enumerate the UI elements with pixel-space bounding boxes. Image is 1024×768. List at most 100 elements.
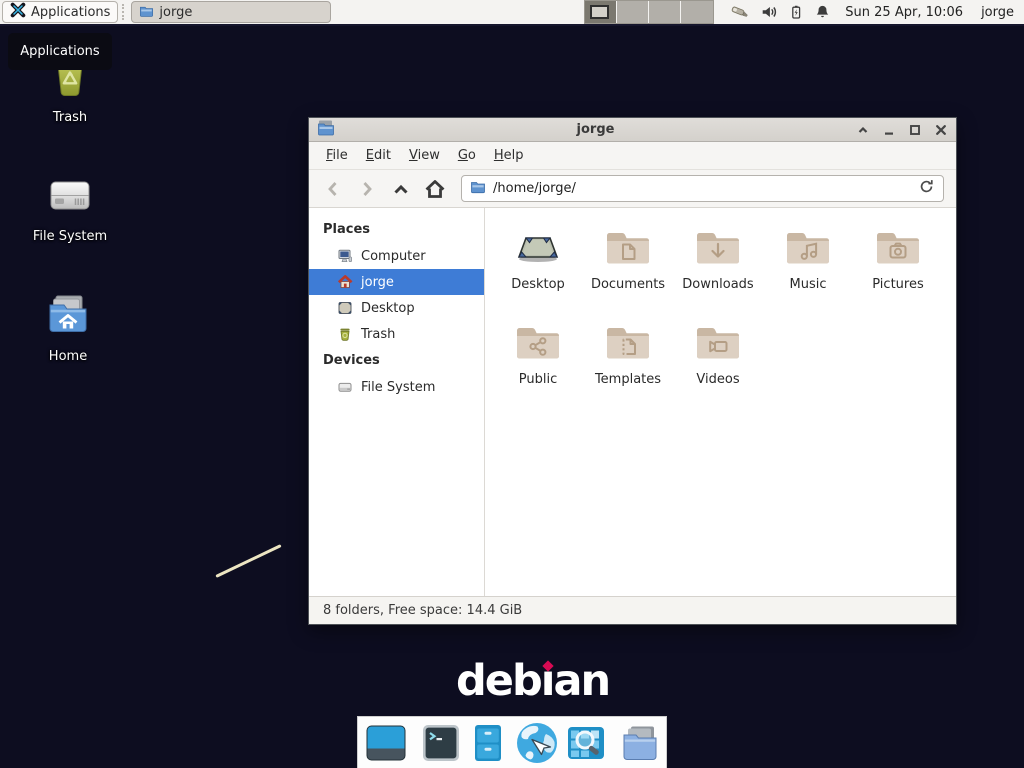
folder-label: Pictures — [872, 277, 923, 292]
desktop-icon-home[interactable]: Home — [13, 291, 123, 364]
sidebar-item-label: Desktop — [361, 301, 415, 316]
sidebar-item-jorge-home[interactable]: jorge — [309, 269, 484, 295]
desktop-icon-file-system[interactable]: File System — [15, 171, 125, 244]
stylus-tool-icon[interactable] — [730, 3, 750, 21]
folder-label: Desktop — [511, 277, 565, 292]
workspace-2[interactable] — [617, 1, 649, 23]
menu-view[interactable]: View — [400, 142, 449, 170]
menubar: File Edit View Go Help — [309, 142, 956, 170]
up-button[interactable] — [385, 174, 417, 204]
folder-label: Public — [519, 372, 557, 387]
menu-edit[interactable]: Edit — [357, 142, 400, 170]
volume-icon[interactable] — [760, 3, 778, 21]
taskbar-window-label: jorge — [159, 5, 192, 20]
titlebar[interactable]: jorge — [309, 118, 956, 142]
file-cabinet-icon[interactable] — [468, 723, 508, 763]
battery-icon[interactable] — [788, 3, 804, 21]
file-manager-window: jorge File Edit View Go Help — [308, 117, 957, 625]
menu-go[interactable]: Go — [449, 142, 485, 170]
address-path[interactable]: /home/jorge/ — [493, 181, 911, 196]
terminal-icon[interactable] — [421, 723, 461, 763]
applications-menu-icon — [10, 2, 26, 22]
statusbar-text: 8 folders, Free space: 14.4 GiB — [323, 603, 522, 618]
sidebar-header-devices: Devices — [309, 347, 484, 374]
trash-icon — [46, 89, 94, 104]
toolbar: /home/jorge/ — [309, 170, 956, 208]
trash-small-icon — [337, 326, 353, 342]
back-button[interactable] — [317, 174, 349, 204]
debian-logo-text: an — [553, 656, 609, 706]
folder-label: Documents — [591, 277, 665, 292]
maximize-button[interactable] — [908, 123, 922, 137]
downloads-folder-icon — [694, 224, 742, 272]
debian-logo: debıan — [456, 660, 609, 703]
pictures-folder-icon — [874, 224, 922, 272]
applications-tooltip-text: Applications — [20, 44, 99, 59]
sidebar-item-desktop[interactable]: Desktop — [309, 295, 484, 321]
system-tray — [730, 3, 831, 21]
wallpaper-swoosh-line — [215, 544, 281, 578]
bottom-dock — [357, 716, 667, 768]
menu-help[interactable]: Help — [485, 142, 533, 170]
folder-item-documents[interactable]: Documents — [583, 224, 673, 319]
desktop-icon-label: Trash — [15, 110, 125, 125]
sidebar-item-trash[interactable]: Trash — [309, 321, 484, 347]
minimize-button[interactable] — [882, 123, 896, 137]
application-finder-icon[interactable] — [566, 723, 606, 763]
reload-icon[interactable] — [918, 178, 935, 199]
workspace-window-outline — [590, 5, 609, 19]
desktop: { "panel": { "applications_label": "Appl… — [0, 0, 1024, 768]
notifications-bell-icon[interactable] — [814, 3, 831, 21]
folder-item-public[interactable]: Public — [493, 319, 583, 414]
folder-item-templates[interactable]: Templates — [583, 319, 673, 414]
desktop-icon-label: File System — [15, 229, 125, 244]
web-browser-icon[interactable] — [515, 721, 559, 765]
address-folder-icon — [470, 179, 486, 199]
taskbar-window-button[interactable]: jorge — [131, 1, 331, 23]
home-button[interactable] — [419, 174, 451, 204]
workspace-3[interactable] — [649, 1, 681, 23]
folder-label: Templates — [595, 372, 661, 387]
window-title: jorge — [335, 122, 856, 137]
folder-item-music[interactable]: Music — [763, 224, 853, 319]
folder-item-downloads[interactable]: Downloads — [673, 224, 763, 319]
workspace-1[interactable] — [585, 1, 617, 23]
desktop-folder-icon — [514, 224, 562, 272]
window-body: Places Computer — [309, 208, 956, 596]
panel-username[interactable]: jorge — [981, 5, 1014, 20]
folder-item-videos[interactable]: Videos — [673, 319, 763, 414]
panel-handle[interactable] — [122, 4, 127, 20]
sidebar-header-places: Places — [309, 216, 484, 243]
debian-logo-text: deb — [456, 656, 541, 706]
dock-folder-icon[interactable] — [620, 723, 660, 763]
shade-button[interactable] — [856, 123, 870, 137]
videos-folder-icon — [694, 319, 742, 367]
sidebar-item-label: Trash — [361, 327, 395, 342]
folder-item-pictures[interactable]: Pictures — [853, 224, 943, 319]
sidebar-item-label: Computer — [361, 249, 426, 264]
computer-icon — [337, 248, 353, 264]
workspace-switcher — [584, 0, 714, 24]
sidebar: Places Computer — [309, 208, 485, 596]
folder-icon-view: Desktop Documents — [485, 208, 956, 596]
show-desktop-icon[interactable] — [365, 723, 407, 763]
music-folder-icon — [784, 224, 832, 272]
workspace-4[interactable] — [681, 1, 713, 23]
debian-logo-i: ı — [541, 660, 554, 703]
taskbar-folder-icon — [139, 3, 154, 22]
menu-file[interactable]: File — [317, 142, 357, 170]
desktop-icon-label: Home — [13, 349, 123, 364]
public-folder-icon — [514, 319, 562, 367]
close-button[interactable] — [934, 123, 948, 137]
folder-item-desktop[interactable]: Desktop — [493, 224, 583, 319]
panel-clock[interactable]: Sun 25 Apr, 10:06 — [845, 5, 963, 20]
sidebar-item-computer[interactable]: Computer — [309, 243, 484, 269]
address-bar[interactable]: /home/jorge/ — [461, 175, 944, 202]
applications-menu-button[interactable]: Applications — [2, 1, 118, 23]
statusbar: 8 folders, Free space: 14.4 GiB — [309, 596, 956, 624]
drive-small-icon — [337, 379, 353, 395]
forward-button[interactable] — [351, 174, 383, 204]
sidebar-item-file-system[interactable]: File System — [309, 374, 484, 400]
folder-label: Downloads — [682, 277, 753, 292]
folder-label: Music — [790, 277, 827, 292]
